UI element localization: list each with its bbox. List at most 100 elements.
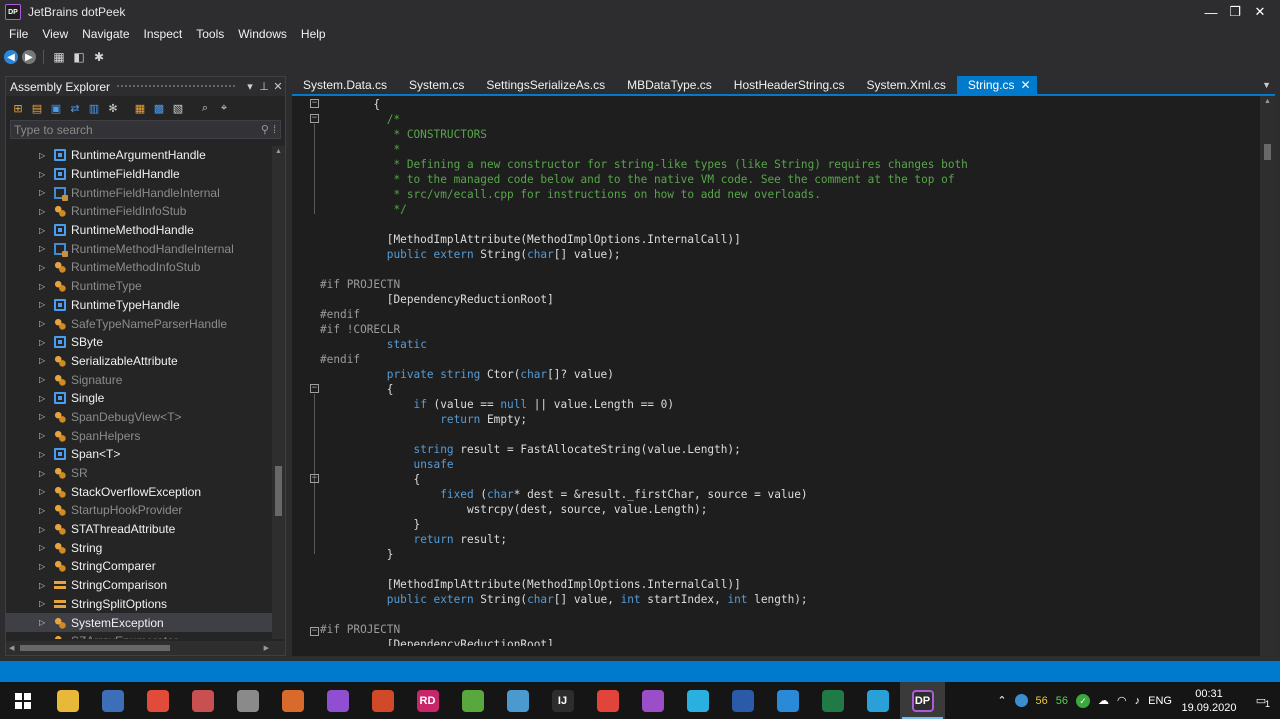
taskbar-git-app-icon[interactable] [360, 682, 405, 719]
find-icon[interactable]: ⌕ [197, 100, 213, 116]
taskbar-chrome-icon[interactable] [135, 682, 180, 719]
expand-arrow-icon[interactable]: ▷ [39, 581, 49, 590]
tree-item[interactable]: ▷ StringSplitOptions [6, 595, 273, 614]
editor-horizontal-scrollbar[interactable] [320, 646, 1260, 656]
tree-item[interactable]: ▷ StringComparer [6, 557, 273, 576]
collapse-icon[interactable]: ▥ [86, 100, 102, 116]
tree-item[interactable]: ▷ RuntimeMethodHandle [6, 221, 273, 240]
assembly-icon[interactable]: ▦ [51, 49, 67, 65]
editor-vertical-scrollbar[interactable]: ▲ [1260, 96, 1275, 656]
project-icon[interactable]: ▩ [151, 100, 167, 116]
search-input[interactable] [14, 122, 261, 137]
explorer-vertical-scrollbar[interactable]: ▲ [272, 146, 285, 639]
taskbar-app-5-icon[interactable] [225, 682, 270, 719]
tray-counter-a[interactable]: 56 [1032, 695, 1052, 707]
taskbar-telegram-icon[interactable] [855, 682, 900, 719]
settings-icon[interactable]: ✱ [91, 49, 107, 65]
close-button[interactable]: ✕ [1237, 0, 1280, 24]
properties-icon[interactable]: ▧ [170, 100, 186, 116]
tree-item[interactable]: ▷ SByte [6, 333, 273, 352]
tree-item[interactable]: ▷ RuntimeType [6, 277, 273, 296]
taskbar-visual-studio-icon[interactable] [315, 682, 360, 719]
tree-item[interactable]: ▷ RuntimeFieldInfoStub [6, 202, 273, 221]
tab-system-xml-cs[interactable]: System.Xml.cs [856, 76, 957, 94]
expand-arrow-icon[interactable]: ▷ [39, 431, 49, 440]
tab-settingsserializeas-cs[interactable]: SettingsSerializeAs.cs [475, 76, 616, 94]
scroll-left-icon[interactable]: ◀ [9, 644, 14, 652]
fold-marker-icon[interactable]: − [310, 627, 319, 636]
expand-arrow-icon[interactable]: ▷ [39, 506, 49, 515]
menu-tools[interactable]: Tools [189, 27, 231, 41]
scroll-thumb[interactable] [20, 645, 170, 651]
language-indicator[interactable]: ENG [1144, 695, 1176, 707]
tree-item[interactable]: ▷ Span<T> [6, 445, 273, 464]
add-assembly-icon[interactable]: ⊞ [10, 100, 26, 116]
tree-item[interactable]: ▷ RuntimeArgumentHandle [6, 146, 273, 165]
taskbar-vscode-icon[interactable] [765, 682, 810, 719]
tree-item[interactable]: ▷ SpanDebugView<T> [6, 408, 273, 427]
notifications-icon[interactable]: ▭ 1 [1242, 694, 1280, 709]
taskbar-app-4-icon[interactable] [180, 682, 225, 719]
fold-marker-icon[interactable]: − [310, 384, 319, 393]
expand-arrow-icon[interactable]: ▷ [39, 338, 49, 347]
taskbar-rider-icon[interactable]: RD [405, 682, 450, 719]
expand-arrow-icon[interactable]: ▷ [39, 469, 49, 478]
tree-item[interactable]: ▷ RuntimeTypeHandle [6, 296, 273, 315]
tray-cloud-icon[interactable]: ☁ [1094, 694, 1113, 707]
fold-marker-icon[interactable]: − [310, 99, 319, 108]
expand-arrow-icon[interactable]: ▷ [39, 356, 49, 365]
tab-hostheaderstring-cs[interactable]: HostHeaderString.cs [723, 76, 856, 94]
pin-icon[interactable]: ⊥ [257, 80, 271, 93]
scroll-thumb[interactable] [275, 466, 282, 516]
forward-icon[interactable]: ▶ [22, 50, 36, 64]
fold-marker-icon[interactable]: − [310, 474, 319, 483]
menu-help[interactable]: Help [294, 27, 333, 41]
tree-item[interactable]: ▷ RuntimeMethodInfoStub [6, 258, 273, 277]
tray-check-icon[interactable]: ✓ [1072, 693, 1094, 708]
code-editor[interactable]: − − − − − { /* * CONSTRUCTORS * * Defini… [292, 94, 1275, 656]
code-content[interactable]: { /* * CONSTRUCTORS * * Defining a new c… [320, 97, 968, 652]
expand-arrow-icon[interactable]: ▷ [39, 170, 49, 179]
menu-navigate[interactable]: Navigate [75, 27, 136, 41]
assembly-list-icon[interactable]: ▣ [48, 100, 64, 116]
menu-view[interactable]: View [35, 27, 75, 41]
tray-globe-icon[interactable] [1011, 694, 1032, 707]
tree-item[interactable]: ▷ SZArrayEnumerator [6, 632, 273, 639]
taskbar-app-6-icon[interactable] [270, 682, 315, 719]
dropdown-icon[interactable]: ▾ [243, 80, 257, 93]
search-options-icon[interactable]: ⁞ [273, 124, 276, 136]
menu-inspect[interactable]: Inspect [137, 27, 190, 41]
expand-arrow-icon[interactable]: ▷ [39, 599, 49, 608]
tree-item[interactable]: ▷ RuntimeFieldHandleInternal [6, 183, 273, 202]
expand-arrow-icon[interactable]: ▷ [39, 226, 49, 235]
menu-windows[interactable]: Windows [231, 27, 294, 41]
start-button[interactable] [0, 682, 45, 719]
expand-arrow-icon[interactable]: ▷ [39, 375, 49, 384]
taskbar-dotpeek-icon[interactable]: DP [900, 682, 945, 719]
taskbar-powershell-icon[interactable] [720, 682, 765, 719]
taskbar-file-explorer-icon[interactable] [45, 682, 90, 719]
tree-item[interactable]: ▷ STAThreadAttribute [6, 520, 273, 539]
tree-item[interactable]: ▷ String [6, 538, 273, 557]
tree-item[interactable]: ▷ StartupHookProvider [6, 501, 273, 520]
taskbar-app-10-icon[interactable] [450, 682, 495, 719]
explorer-horizontal-scrollbar[interactable]: ◀ ▶ [6, 641, 285, 655]
show-hidden-icons[interactable]: ⌃ [993, 694, 1010, 707]
expand-arrow-icon[interactable]: ▷ [39, 637, 49, 639]
scroll-up-icon[interactable]: ▲ [275, 148, 282, 155]
tab-overflow-icon[interactable]: ▼ [1262, 80, 1271, 90]
expand-arrow-icon[interactable]: ▷ [39, 188, 49, 197]
tab-system-cs[interactable]: System.cs [398, 76, 475, 94]
tree-item[interactable]: ▷ RuntimeMethodHandleInternal [6, 239, 273, 258]
drag-grip-icon[interactable] [116, 84, 237, 89]
tree-item[interactable]: ▷ StackOverflowException [6, 482, 273, 501]
wifi-icon[interactable]: ◠ [1113, 694, 1131, 707]
taskbar-app-13-icon[interactable] [585, 682, 630, 719]
expand-arrow-icon[interactable]: ▷ [39, 207, 49, 216]
tree-item[interactable]: ▷ SystemException [6, 613, 273, 632]
open-folder-icon[interactable]: ▤ [29, 100, 45, 116]
expand-arrow-icon[interactable]: ▷ [39, 244, 49, 253]
tab-close-icon[interactable]: ✕ [1021, 78, 1031, 92]
tree-item[interactable]: ▷ SerializableAttribute [6, 352, 273, 371]
close-panel-icon[interactable]: ✕ [271, 80, 285, 93]
